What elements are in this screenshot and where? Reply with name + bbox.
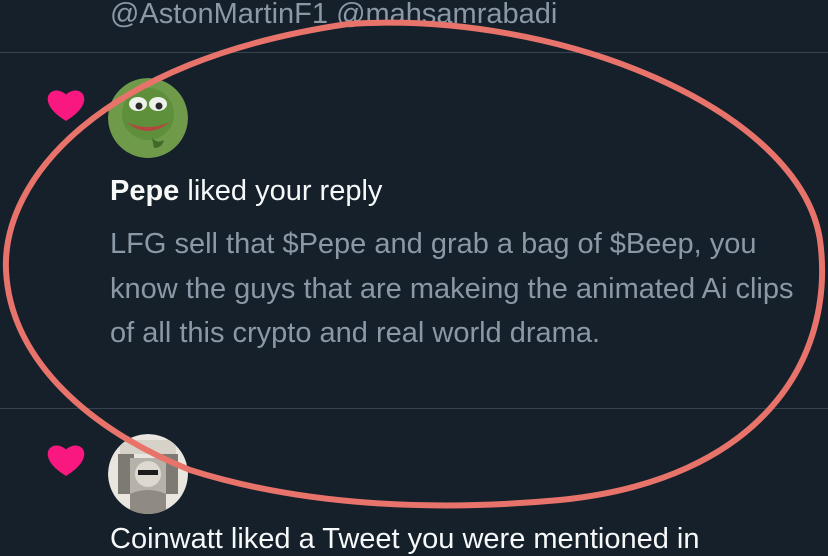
notification-title: Coinwatt liked a Tweet you were mentione…	[110, 523, 700, 555]
previous-tweet-mentions[interactable]: @AstonMartinF1 @mahsamrabadi	[110, 0, 557, 31]
heart-icon	[47, 90, 85, 121]
avatar[interactable]	[108, 434, 188, 514]
divider	[0, 52, 828, 53]
divider	[0, 408, 828, 409]
heart-icon	[47, 445, 85, 476]
username[interactable]: Pepe	[110, 175, 179, 207]
notification-title: Pepe liked your reply	[110, 175, 382, 208]
reply-content[interactable]: LFG sell that $Pepe and grab a bag of $B…	[110, 222, 810, 356]
notification-action: liked your reply	[179, 175, 383, 207]
avatar[interactable]	[108, 78, 188, 158]
